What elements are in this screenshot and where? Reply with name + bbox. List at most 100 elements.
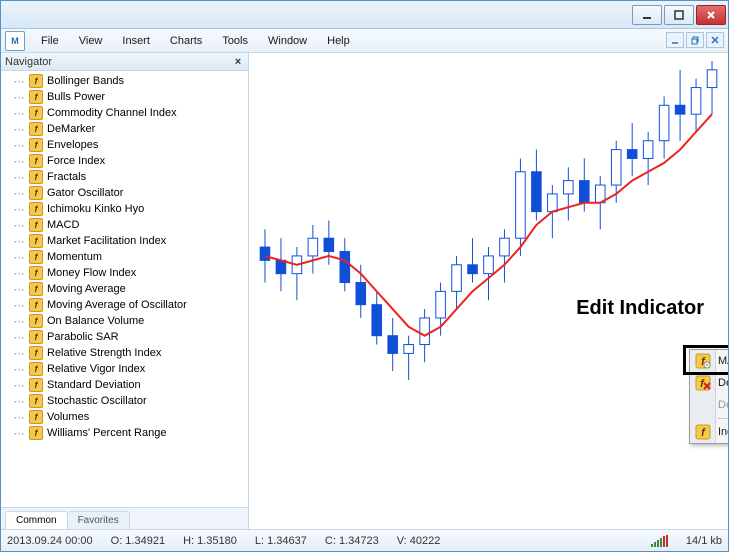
menubar: M FileViewInsertChartsToolsWindowHelp <box>1 29 728 53</box>
status-kb: 14/1 kb <box>686 535 722 547</box>
nav-item[interactable]: ⋯fOn Balance Volume <box>1 313 248 329</box>
nav-item[interactable]: ⋯fMoving Average <box>1 281 248 297</box>
nav-item[interactable]: ⋯fGator Oscillator <box>1 185 248 201</box>
ctx-indicators-list[interactable]: f Indicators List Ctrl+I <box>690 421 728 443</box>
doc-restore-button[interactable] <box>686 32 704 48</box>
nav-item-label: MACD <box>47 219 79 231</box>
tree-connector-icon: ⋯ <box>13 251 25 264</box>
minimize-button[interactable] <box>632 5 662 25</box>
nav-item[interactable]: ⋯ f Fractals <box>1 169 248 185</box>
ctx-delete-indicator[interactable]: f Delete Indicator <box>690 372 728 394</box>
menu-file[interactable]: File <box>31 32 69 50</box>
navigator-close-icon[interactable]: × <box>232 56 244 68</box>
nav-item-label: Stochastic Oscillator <box>47 395 147 407</box>
nav-item[interactable]: ⋯fBulls Power <box>1 89 248 105</box>
indicator-properties-icon: f <box>694 352 712 370</box>
menu-charts[interactable]: Charts <box>160 32 212 50</box>
nav-item[interactable]: ⋯fForce Index <box>1 153 248 169</box>
tree-connector-icon: ⋯ <box>13 379 25 392</box>
ctx-properties[interactable]: f MA(10) properties... <box>690 350 728 372</box>
indicator-icon: f <box>29 170 43 184</box>
nav-item-label: Williams' Percent Range <box>47 427 166 439</box>
chart-area[interactable]: Edit Indicator f MA(10) properties... f … <box>249 53 728 529</box>
menu-view[interactable]: View <box>69 32 113 50</box>
statusbar: 2013.09.24 00:00 O: 1.34921 H: 1.35180 L… <box>1 529 728 551</box>
ctx-separator <box>718 418 728 419</box>
nav-item[interactable]: ⋯fStochastic Oscillator <box>1 393 248 409</box>
nav-item[interactable]: ⋯fWilliams' Percent Range <box>1 425 248 441</box>
close-button[interactable] <box>696 5 726 25</box>
ctx-delete-window-label: Delete Indicator Window <box>718 399 728 411</box>
nav-item[interactable]: ⋯fMoving Average of Oscillator <box>1 297 248 313</box>
nav-item[interactable]: ⋯fParabolic SAR <box>1 329 248 345</box>
tree-connector-icon: ⋯ <box>13 235 25 248</box>
nav-item-label: Momentum <box>47 251 102 263</box>
menu-help[interactable]: Help <box>317 32 360 50</box>
tree-connector-icon: ⋯ <box>13 203 25 216</box>
tree-connector-icon: ⋯ <box>13 219 25 232</box>
nav-item[interactable]: ⋯ f Momentum <box>1 249 248 265</box>
status-close: C: 1.34723 <box>325 535 379 547</box>
indicator-icon: f <box>29 138 43 152</box>
delete-indicator-icon: f <box>694 374 712 392</box>
indicator-icon: f <box>29 234 43 248</box>
tree-connector-icon: ⋯ <box>13 139 25 152</box>
navigator-tabs: Common Favorites <box>1 507 248 529</box>
indicator-icon: f <box>29 394 43 408</box>
nav-item[interactable]: ⋯fBollinger Bands <box>1 73 248 89</box>
nav-item[interactable]: ⋯ f Commodity Channel Index <box>1 105 248 121</box>
tree-connector-icon: ⋯ <box>13 107 25 120</box>
nav-item[interactable]: ⋯fRelative Vigor Index <box>1 361 248 377</box>
nav-item-label: Bulls Power <box>47 91 105 103</box>
nav-item-label: Moving Average of Oscillator <box>47 299 187 311</box>
connection-signal-icon <box>651 535 668 547</box>
status-volume: V: 40222 <box>397 535 441 547</box>
ctx-delete-window: Delete Indicator Window <box>690 394 728 416</box>
nav-item-label: Standard Deviation <box>47 379 141 391</box>
indicator-icon: f <box>29 106 43 120</box>
nav-item[interactable]: ⋯ f MACD <box>1 217 248 233</box>
tree-connector-icon: ⋯ <box>13 427 25 440</box>
indicators-list-icon: f <box>694 423 712 441</box>
app-window: M FileViewInsertChartsToolsWindowHelp Na… <box>0 0 729 552</box>
app-icon: M <box>5 31 25 51</box>
tree-connector-icon: ⋯ <box>13 187 25 200</box>
nav-item[interactable]: ⋯fStandard Deviation <box>1 377 248 393</box>
maximize-button[interactable] <box>664 5 694 25</box>
navigator-title: Navigator <box>5 56 52 68</box>
nav-item-label: Fractals <box>47 171 86 183</box>
nav-item[interactable]: ⋯fMarket Facilitation Index <box>1 233 248 249</box>
nav-item[interactable]: ⋯ f Envelopes <box>1 137 248 153</box>
nav-item-label: On Balance Volume <box>47 315 144 327</box>
doc-close-button[interactable] <box>706 32 724 48</box>
nav-item[interactable]: ⋯fDeMarker <box>1 121 248 137</box>
tree-connector-icon: ⋯ <box>13 299 25 312</box>
nav-item[interactable]: ⋯fIchimoku Kinko Hyo <box>1 201 248 217</box>
ctx-list-label: Indicators List <box>718 426 728 438</box>
indicator-icon: f <box>29 218 43 232</box>
tab-favorites[interactable]: Favorites <box>67 511 130 529</box>
nav-item-label: Ichimoku Kinko Hyo <box>47 203 144 215</box>
menu-window[interactable]: Window <box>258 32 317 50</box>
nav-item[interactable]: ⋯fMoney Flow Index <box>1 265 248 281</box>
indicator-icon: f <box>29 330 43 344</box>
tree-connector-icon: ⋯ <box>13 363 25 376</box>
tab-common[interactable]: Common <box>5 511 68 529</box>
doc-minimize-button[interactable] <box>666 32 684 48</box>
context-menu: f MA(10) properties... f Delete Indicato… <box>689 349 728 444</box>
menu-tools[interactable]: Tools <box>212 32 258 50</box>
indicator-icon: f <box>29 74 43 88</box>
indicator-icon: f <box>29 250 43 264</box>
nav-item[interactable]: ⋯fVolumes <box>1 409 248 425</box>
tree-connector-icon: ⋯ <box>13 171 25 184</box>
nav-item-label: Commodity Channel Index <box>47 107 177 119</box>
nav-item-label: Envelopes <box>47 139 98 151</box>
tree-connector-icon: ⋯ <box>13 123 25 136</box>
ctx-delete-label: Delete Indicator <box>718 377 728 389</box>
nav-item-label: Gator Oscillator <box>47 187 123 199</box>
menu-insert[interactable]: Insert <box>112 32 160 50</box>
indicator-icon: f <box>29 314 43 328</box>
indicator-icon: f <box>29 154 43 168</box>
nav-item[interactable]: ⋯fRelative Strength Index <box>1 345 248 361</box>
navigator-tree[interactable]: ⋯fBollinger Bands⋯fBulls Power⋯fCommodit… <box>1 71 248 507</box>
